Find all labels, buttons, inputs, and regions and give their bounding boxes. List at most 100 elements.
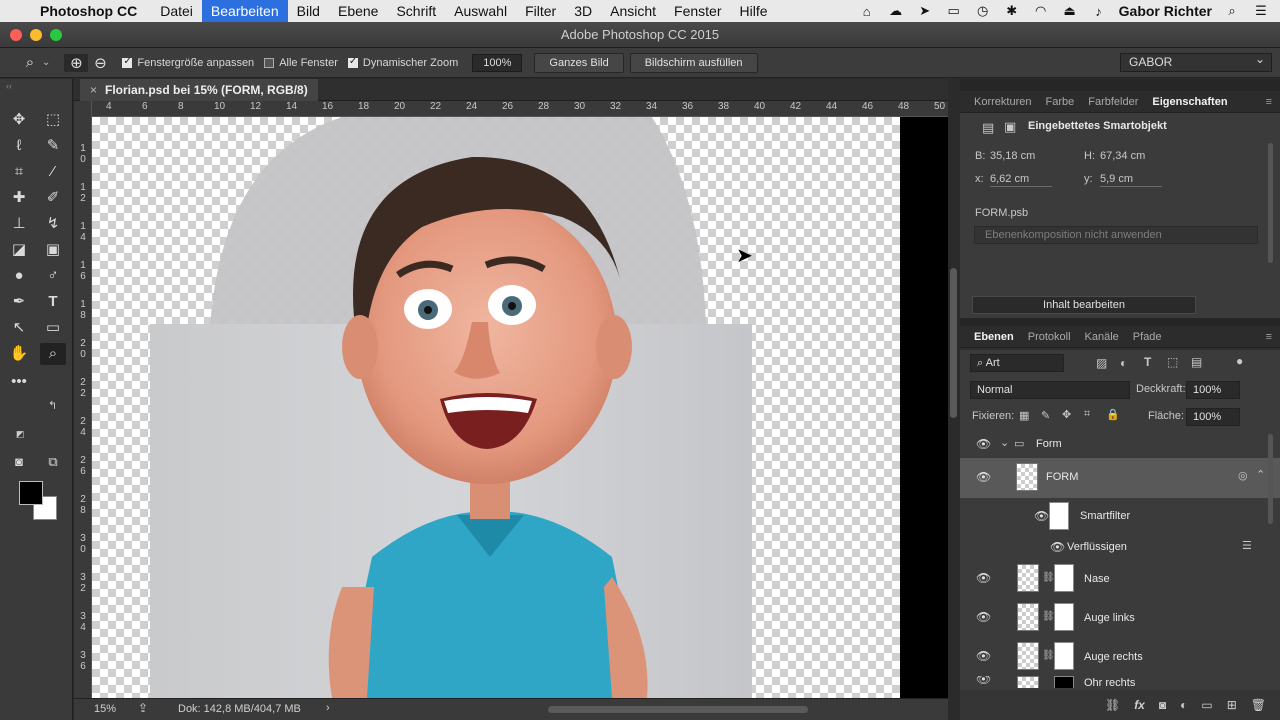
lock-artboard-icon[interactable]: ⌗	[1084, 408, 1090, 421]
pixel-filter-icon[interactable]: ▨	[1096, 356, 1107, 370]
close-window-button[interactable]	[10, 29, 22, 41]
link-icon[interactable]: ⛓	[1042, 650, 1055, 661]
lock-pixels-icon[interactable]: ✎	[1041, 409, 1050, 422]
new-layer-icon[interactable]: ⊞	[1227, 698, 1237, 712]
panel-divider[interactable]	[960, 318, 1280, 326]
filter-toggle-icon[interactable]: ●	[1236, 354, 1243, 368]
horizontal-ruler[interactable]: 4 6 8 10 12 14 16 18 20 22 24 26 28 30 32 34 36 38 40 42 44 4…	[92, 101, 948, 117]
collapse-arrows-icon[interactable]: ‹‹	[6, 81, 12, 91]
layer-row-auge-rechts[interactable]: 👁 ⛓ Auge rechts	[960, 637, 1280, 675]
menu-bearbeiten[interactable]: Bearbeiten	[201, 0, 288, 22]
height-value[interactable]: 67,34 cm	[1100, 150, 1145, 162]
lock-all-icon[interactable]: 🔒	[1106, 408, 1120, 421]
visibility-eye-icon[interactable]: 👁	[976, 649, 991, 663]
chevron-down-icon[interactable]: ⌄	[1000, 436, 1009, 449]
notification-list-icon[interactable]: ☰	[1252, 3, 1270, 19]
tab-pfade[interactable]: Pfade	[1133, 331, 1162, 343]
zoom-in-icon[interactable]: ⊕	[64, 53, 89, 72]
layers-scrollbar[interactable]	[1268, 434, 1273, 524]
tab-farbe[interactable]: Farbe	[1045, 96, 1074, 108]
zoom-tool-preset-icon[interactable]: ⌕	[18, 54, 42, 71]
cloud-icon[interactable]: ☁	[887, 3, 905, 19]
panel-menu-icon[interactable]: ≡	[1266, 96, 1272, 108]
vertical-scrollbar[interactable]	[950, 268, 957, 418]
minimize-window-button[interactable]	[30, 29, 42, 41]
link-layers-icon[interactable]: ⛓	[1105, 698, 1120, 712]
menu-hilfe[interactable]: Hilfe	[731, 0, 777, 22]
fill-screen-button[interactable]: Bildschirm ausfüllen	[629, 52, 758, 73]
time-machine-icon[interactable]: ◷	[974, 3, 992, 19]
menu-3d[interactable]: 3D	[565, 0, 601, 22]
properties-scrollbar[interactable]	[1268, 143, 1273, 263]
move-tool-icon[interactable]: ✥	[6, 109, 32, 131]
spotlight-search-icon[interactable]: ⌕	[1223, 3, 1241, 19]
app-menu[interactable]: Photoshop CC	[40, 3, 137, 19]
visibility-eye-icon[interactable]: 👁	[1050, 540, 1065, 554]
fit-screen-button[interactable]: Ganzes Bild	[534, 52, 624, 73]
eraser-tool-icon[interactable]: ◪	[6, 239, 32, 261]
user-name[interactable]: Gabor Richter	[1119, 3, 1212, 19]
bluetooth-icon[interactable]: ✱	[1003, 3, 1021, 19]
edit-contents-button[interactable]: Inhalt bearbeiten	[972, 296, 1196, 314]
menu-ansicht[interactable]: Ansicht	[601, 0, 665, 22]
visibility-eye-icon[interactable]: 👁	[976, 437, 991, 451]
rectangle-tool-icon[interactable]: ▭	[40, 317, 66, 339]
blur-tool-icon[interactable]: ●	[6, 265, 32, 287]
layer-group-form[interactable]: 👁 ⌄ ▭ Form	[960, 432, 1280, 456]
type-filter-icon[interactable]: T	[1144, 355, 1151, 369]
x-value-field[interactable]: 6,62 cm	[990, 173, 1052, 187]
type-tool-icon[interactable]: T	[40, 291, 66, 313]
path-selection-tool-icon[interactable]: ↖	[6, 317, 32, 339]
visibility-eye-icon[interactable]: 👁	[976, 470, 991, 484]
tab-kanaele[interactable]: Kanäle	[1085, 331, 1119, 343]
vertical-ruler[interactable]: 10 12 14 16 18 20 22 24 26 28 30 32 34 36	[74, 101, 92, 698]
all-windows-checkbox[interactable]: Alle Fenster	[264, 57, 338, 69]
menu-filter[interactable]: Filter	[516, 0, 565, 22]
export-icon[interactable]: ⇪	[138, 701, 148, 715]
layer-style-fx-icon[interactable]: fx	[1134, 698, 1145, 712]
lock-position-icon[interactable]: ✥	[1062, 408, 1071, 421]
visibility-eye-icon[interactable]: 👁	[976, 676, 991, 686]
blend-mode-select[interactable]: Normal	[970, 381, 1130, 399]
visibility-eye-icon[interactable]: 👁	[1034, 509, 1049, 523]
layer-row-auge-links[interactable]: 👁 ⛓ Auge links	[960, 598, 1280, 636]
layer-row-form[interactable]: 👁 FORM ◎ ⌃	[960, 458, 1280, 498]
menu-schrift[interactable]: Schrift	[387, 0, 445, 22]
eject-icon[interactable]: ⏏	[1061, 3, 1079, 19]
zoom-window-button[interactable]	[50, 29, 62, 41]
scrubby-zoom-checkbox[interactable]: Dynamischer Zoom	[347, 56, 458, 69]
zoom-value-field[interactable]: 100%	[472, 53, 523, 72]
quick-mask-icon[interactable]: ◙	[6, 451, 32, 473]
foreground-color-swatch[interactable]	[19, 481, 43, 505]
layer-filter-kind[interactable]: ⌕ Art	[970, 354, 1064, 372]
marquee-tool-icon[interactable]: ⬚	[40, 109, 66, 131]
home-icon[interactable]: ⌂	[858, 4, 876, 19]
width-value[interactable]: 35,18 cm	[990, 150, 1035, 162]
filter-options-icon[interactable]: ☰	[1242, 539, 1252, 552]
volume-icon[interactable]: ♪	[1090, 4, 1108, 19]
hand-tool-icon[interactable]: ✋	[6, 343, 32, 365]
shape-filter-icon[interactable]: ⬚	[1167, 355, 1178, 369]
more-tools-icon[interactable]: •••	[6, 371, 32, 393]
layer-row-nase[interactable]: 👁 ⛓ Nase	[960, 559, 1280, 597]
menu-bild[interactable]: Bild	[288, 0, 329, 22]
adjustment-filter-icon[interactable]: ◐	[1120, 356, 1127, 370]
gradient-tool-icon[interactable]: ▣	[40, 239, 66, 261]
menu-fenster[interactable]: Fenster	[665, 0, 730, 22]
menu-ebene[interactable]: Ebene	[329, 0, 387, 22]
swap-colors-icon[interactable]: ↰	[48, 399, 57, 412]
y-value-field[interactable]: 5,9 cm	[1100, 173, 1162, 187]
horizontal-scrollbar[interactable]	[548, 706, 808, 713]
chevron-down-icon[interactable]: ⌄	[42, 57, 50, 68]
delete-layer-icon[interactable]: 🗑	[1251, 698, 1266, 712]
menu-datei[interactable]: Datei	[151, 0, 202, 22]
fill-field[interactable]: 100%	[1186, 408, 1240, 426]
document-tab[interactable]: × Florian.psd bei 15% (FORM, RGB/8)	[80, 79, 318, 101]
fit-window-checkbox[interactable]: Fenstergröße anpassen	[122, 56, 254, 69]
battery-icon[interactable]: ▭	[945, 3, 963, 19]
layers-menu-icon[interactable]: ≡	[1266, 331, 1272, 343]
status-menu-arrow[interactable]: ›	[326, 702, 330, 714]
link-icon[interactable]: ⛓	[1042, 572, 1055, 583]
layer-comp-select[interactable]: Ebenenkomposition nicht anwenden	[974, 226, 1258, 244]
link-icon[interactable]: ⛓	[1042, 611, 1055, 622]
